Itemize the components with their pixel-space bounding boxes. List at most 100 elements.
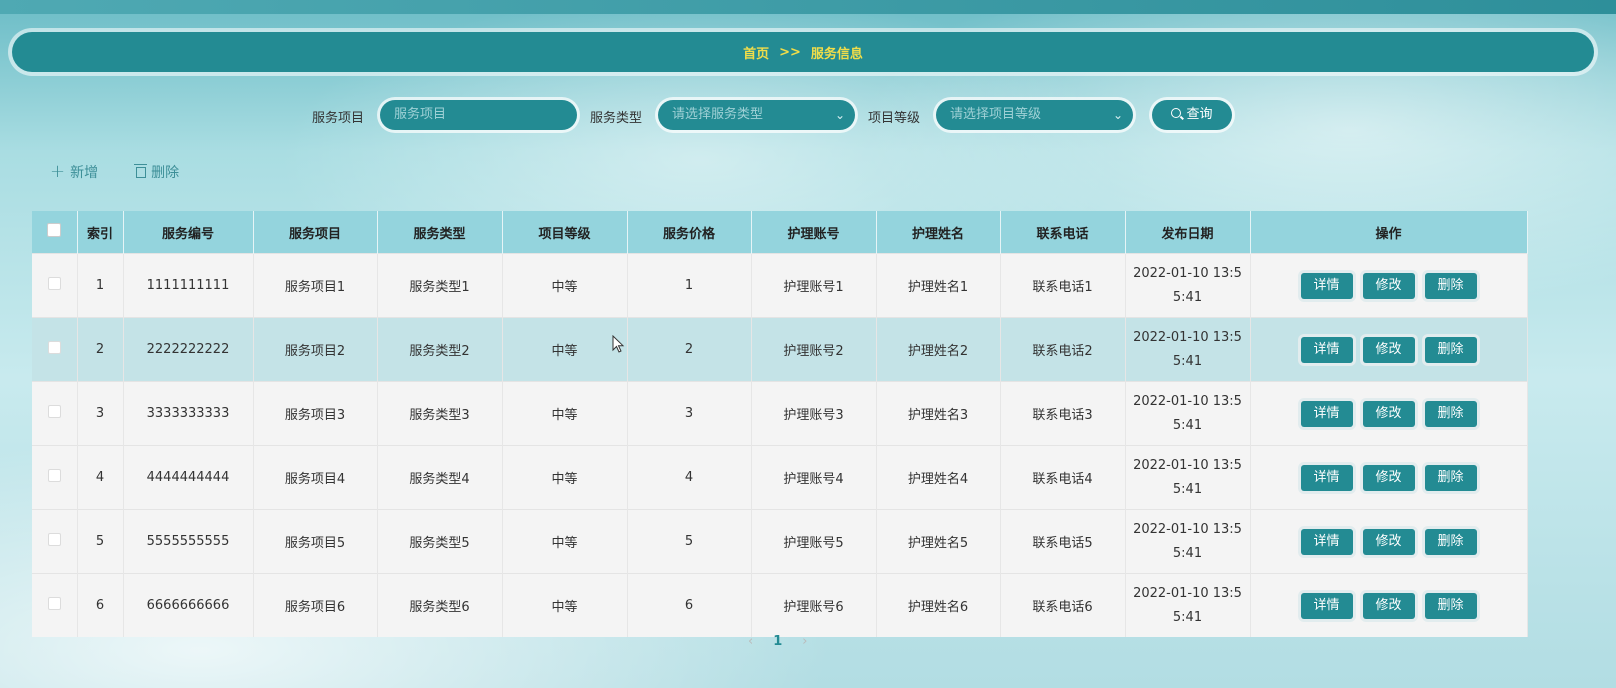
mouse-cursor-icon bbox=[612, 335, 625, 353]
detail-button[interactable]: 详情 bbox=[1300, 400, 1353, 427]
edit-button[interactable]: 修改 bbox=[1362, 528, 1415, 555]
cell-level: 中等 bbox=[502, 253, 628, 318]
row-delete-button[interactable]: 删除 bbox=[1424, 528, 1477, 555]
delete-button[interactable]: 删除 bbox=[134, 162, 179, 182]
cell-level: 中等 bbox=[502, 317, 628, 382]
search-button[interactable]: 查询 bbox=[1152, 100, 1232, 130]
cell-date-line2: 5:41 bbox=[1172, 609, 1203, 625]
row-checkbox[interactable] bbox=[47, 341, 61, 354]
row-checkbox-cell[interactable] bbox=[32, 573, 78, 637]
prev-page-button[interactable]: ‹ bbox=[748, 634, 753, 649]
header-price: 服务价格 bbox=[627, 211, 752, 254]
cell-index: 5 bbox=[77, 509, 124, 574]
search-button-label: 查询 bbox=[1186, 107, 1213, 122]
cell-actions: 详情 修改 删除 bbox=[1250, 317, 1528, 382]
cell-phone: 联系电话2 bbox=[1000, 317, 1126, 382]
row-checkbox-cell[interactable] bbox=[32, 381, 78, 446]
cell-phone: 联系电话6 bbox=[1000, 573, 1126, 637]
page-1-button[interactable]: 1 bbox=[773, 634, 782, 649]
cell-date-line2: 5:41 bbox=[1172, 417, 1203, 433]
row-checkbox[interactable] bbox=[47, 533, 61, 546]
detail-button[interactable]: 详情 bbox=[1300, 336, 1353, 363]
cell-date: 2022-01-10 13:5 5:41 bbox=[1125, 253, 1251, 318]
select-all-checkbox[interactable] bbox=[47, 223, 62, 237]
edit-button[interactable]: 修改 bbox=[1362, 336, 1415, 363]
row-checkbox-cell[interactable] bbox=[32, 509, 78, 574]
row-checkbox-cell[interactable] bbox=[32, 253, 78, 318]
row-delete-button[interactable]: 删除 bbox=[1424, 272, 1477, 299]
cell-actions: 详情 修改 删除 bbox=[1250, 573, 1528, 637]
add-button[interactable]: + 新增 bbox=[50, 162, 98, 182]
cell-type: 服务类型4 bbox=[377, 445, 503, 510]
cell-code: 3333333333 bbox=[123, 381, 254, 446]
top-strip bbox=[0, 0, 1616, 14]
edit-button[interactable]: 修改 bbox=[1362, 400, 1415, 427]
row-checkbox-cell[interactable] bbox=[32, 317, 78, 382]
cell-item: 服务项目6 bbox=[253, 573, 378, 637]
header-item: 服务项目 bbox=[253, 211, 378, 254]
table-row[interactable]: 3 3333333333 服务项目3 服务类型3 中等 3 护理账号3 护理姓名3 联系电话3 2… bbox=[32, 381, 1528, 446]
cell-date-line1: 2022-01-10 13:5 bbox=[1133, 521, 1242, 537]
table-row[interactable]: 2 2222222222 服务项目2 服务类型2 中等 2 护理账号2 护理姓名2 联系电话2 2… bbox=[32, 317, 1528, 382]
table-row[interactable]: 4 4444444444 服务项目4 服务类型4 中等 4 护理账号4 护理姓名4 联系电话4 2… bbox=[32, 445, 1528, 510]
detail-button[interactable]: 详情 bbox=[1300, 528, 1353, 555]
cell-level: 中等 bbox=[502, 381, 628, 446]
cell-price: 6 bbox=[627, 573, 752, 637]
row-delete-button[interactable]: 删除 bbox=[1424, 592, 1477, 619]
row-checkbox[interactable] bbox=[47, 405, 61, 418]
detail-button[interactable]: 详情 bbox=[1300, 592, 1353, 619]
detail-button[interactable]: 详情 bbox=[1300, 272, 1353, 299]
cell-account: 护理账号1 bbox=[751, 253, 877, 318]
breadcrumb-home[interactable]: 首页 bbox=[743, 43, 769, 62]
cell-actions: 详情 修改 删除 bbox=[1250, 509, 1528, 574]
row-checkbox[interactable] bbox=[47, 277, 61, 290]
cell-price: 4 bbox=[627, 445, 752, 510]
header-date: 发布日期 bbox=[1125, 211, 1251, 254]
cell-name: 护理姓名3 bbox=[876, 381, 1001, 446]
header-type: 服务类型 bbox=[377, 211, 503, 254]
cell-price: 5 bbox=[627, 509, 752, 574]
cell-account: 护理账号5 bbox=[751, 509, 877, 574]
cell-price: 2 bbox=[627, 317, 752, 382]
cell-index: 2 bbox=[77, 317, 124, 382]
cell-phone: 联系电话4 bbox=[1000, 445, 1126, 510]
service-item-input[interactable]: 服务项目 bbox=[380, 100, 577, 130]
cell-item: 服务项目5 bbox=[253, 509, 378, 574]
cell-phone: 联系电话1 bbox=[1000, 253, 1126, 318]
edit-button[interactable]: 修改 bbox=[1362, 464, 1415, 491]
table-row[interactable]: 6 6666666666 服务项目6 服务类型6 中等 6 护理账号6 护理姓名6 联系电话6 2… bbox=[32, 573, 1528, 637]
cell-account: 护理账号3 bbox=[751, 381, 877, 446]
cell-level: 中等 bbox=[502, 445, 628, 510]
table-row[interactable]: 5 5555555555 服务项目5 服务类型5 中等 5 护理账号5 护理姓名5 联系电话5 2… bbox=[32, 509, 1528, 574]
cell-account: 护理账号4 bbox=[751, 445, 877, 510]
cell-date-line2: 5:41 bbox=[1172, 545, 1203, 561]
cell-level: 中等 bbox=[502, 573, 628, 637]
row-checkbox-cell[interactable] bbox=[32, 445, 78, 510]
cell-name: 护理姓名6 bbox=[876, 573, 1001, 637]
item-level-select[interactable]: 请选择项目等级 ⌄ bbox=[936, 100, 1133, 130]
row-delete-button[interactable]: 删除 bbox=[1424, 336, 1477, 363]
cell-index: 1 bbox=[77, 253, 124, 318]
cell-type: 服务类型3 bbox=[377, 381, 503, 446]
cell-code: 2222222222 bbox=[123, 317, 254, 382]
service-item-label: 服务项目 bbox=[312, 111, 365, 126]
cell-date: 2022-01-10 13:5 5:41 bbox=[1125, 509, 1251, 574]
table-row[interactable]: 1 1111111111 服务项目1 服务类型1 中等 1 护理账号1 护理姓名1 联系电话1 2… bbox=[32, 253, 1528, 318]
header-level: 项目等级 bbox=[502, 211, 628, 254]
row-delete-button[interactable]: 删除 bbox=[1424, 464, 1477, 491]
cell-phone: 联系电话5 bbox=[1000, 509, 1126, 574]
cell-date-line2: 5:41 bbox=[1172, 289, 1203, 305]
header-name: 护理姓名 bbox=[876, 211, 1001, 254]
detail-button[interactable]: 详情 bbox=[1300, 464, 1353, 491]
next-page-button[interactable]: › bbox=[802, 634, 807, 649]
row-checkbox[interactable] bbox=[47, 597, 61, 610]
toolbar: + 新增 删除 bbox=[50, 162, 179, 182]
cell-date: 2022-01-10 13:5 5:41 bbox=[1125, 445, 1251, 510]
select-all-checkbox-cell[interactable] bbox=[32, 211, 78, 254]
edit-button[interactable]: 修改 bbox=[1362, 272, 1415, 299]
row-checkbox[interactable] bbox=[47, 469, 61, 482]
service-type-select[interactable]: 请选择服务类型 ⌄ bbox=[658, 100, 855, 130]
edit-button[interactable]: 修改 bbox=[1362, 592, 1415, 619]
row-delete-button[interactable]: 删除 bbox=[1424, 400, 1477, 427]
cell-index: 6 bbox=[77, 573, 124, 637]
